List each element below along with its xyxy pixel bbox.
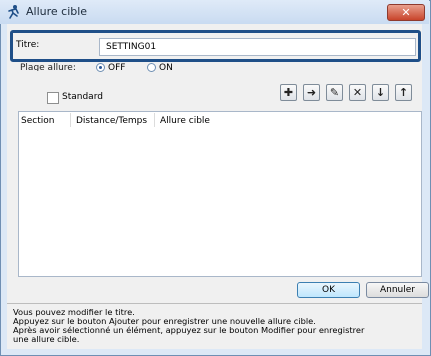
radio-off[interactable]	[96, 63, 105, 72]
close-button[interactable]: ✕	[387, 4, 425, 21]
target-pace-table[interactable]	[18, 111, 422, 277]
standard-checkbox[interactable]	[47, 92, 59, 104]
column-divider	[154, 113, 155, 127]
move-up-button[interactable]: ↑	[395, 84, 412, 101]
arrow-right-icon: ➜	[306, 86, 317, 99]
delete-button[interactable]: ✕	[349, 84, 366, 101]
edit-button[interactable]: ✎	[326, 84, 343, 101]
move-right-button[interactable]: ➜	[303, 84, 320, 101]
column-distance-temps[interactable]: Distance/Temps	[76, 116, 147, 126]
radio-on[interactable]	[147, 63, 156, 72]
radio-on-label: ON	[159, 63, 173, 71]
ok-button[interactable]: OK	[297, 282, 360, 298]
help-text: Vous pouvez modifier le titre. Appuyez s…	[13, 308, 421, 344]
standard-label: Standard	[62, 92, 103, 102]
radio-off-label: OFF	[108, 63, 126, 71]
plage-label: Plage allure:	[20, 63, 76, 71]
help-line: une allure cible.	[13, 334, 80, 344]
pencil-icon: ✎	[329, 86, 340, 99]
move-down-button[interactable]: ↓	[372, 84, 389, 101]
runner-icon	[8, 5, 19, 19]
title-label: Titre:	[16, 40, 40, 50]
x-icon: ✕	[352, 86, 363, 99]
title-input[interactable]	[99, 38, 416, 56]
divider	[7, 303, 422, 304]
add-button[interactable]: ✚	[280, 84, 297, 101]
arrow-up-icon: ↑	[398, 86, 409, 99]
cancel-button[interactable]: Annuler	[366, 282, 429, 298]
arrow-down-icon: ↓	[375, 86, 386, 99]
column-allure-cible[interactable]: Allure cible	[160, 116, 210, 126]
column-section[interactable]: Section	[21, 116, 54, 126]
window-title: Allure cible	[26, 5, 88, 18]
add-icon: ✚	[283, 86, 294, 99]
column-divider	[70, 113, 71, 127]
